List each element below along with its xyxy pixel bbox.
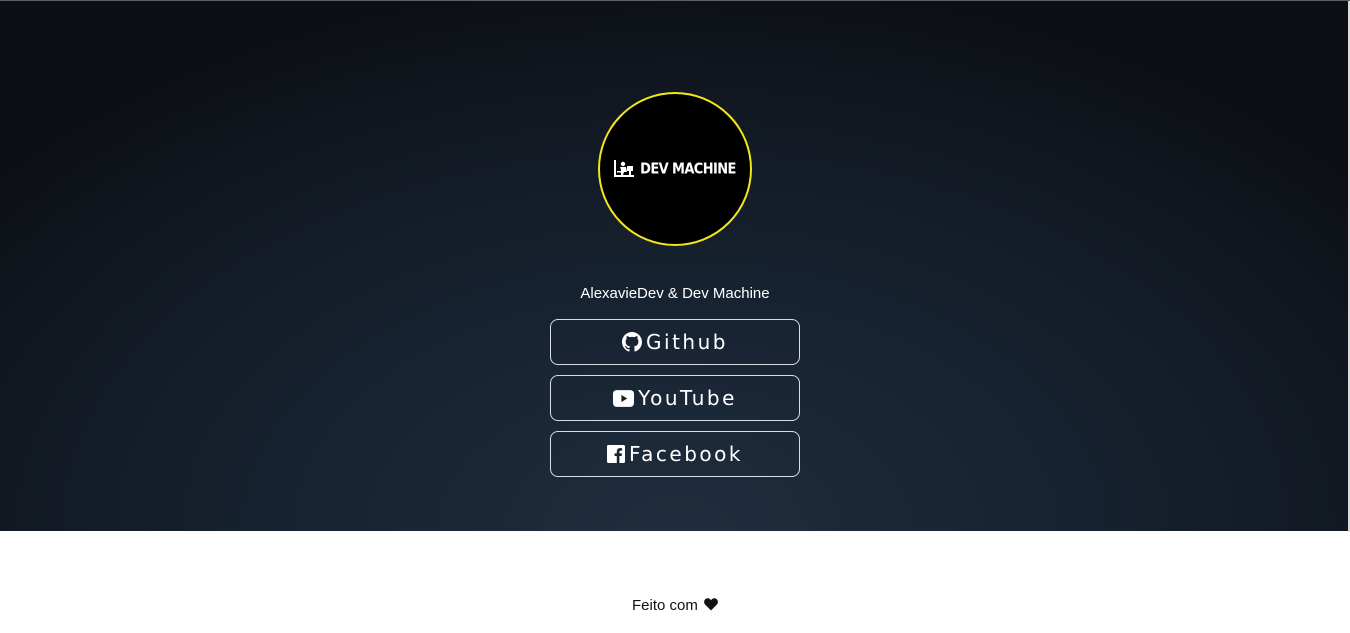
avatar-logo-text: DEV MACHINE — [640, 160, 736, 178]
footer: Feito com — [0, 597, 1350, 614]
youtube-label: YouTube — [638, 386, 737, 410]
github-link-button[interactable]: Github — [550, 319, 800, 365]
facebook-label: Facebook — [629, 442, 743, 466]
heart-icon — [704, 598, 718, 611]
youtube-icon — [613, 389, 635, 407]
avatar: DEV MACHINE — [598, 92, 752, 246]
youtube-link-button[interactable]: YouTube — [550, 375, 800, 421]
facebook-link-button[interactable]: Facebook — [550, 431, 800, 477]
github-icon — [622, 332, 643, 352]
footer-text: Feito com — [631, 597, 698, 614]
owner-name: AlexavieDev & Dev Machine — [580, 285, 770, 302]
developer-desk-icon — [614, 160, 635, 177]
github-label: Github — [646, 330, 728, 354]
hero-section: DEV MACHINE AlexavieDev & Dev Machine Gi… — [0, 0, 1350, 532]
facebook-icon — [607, 445, 625, 463]
